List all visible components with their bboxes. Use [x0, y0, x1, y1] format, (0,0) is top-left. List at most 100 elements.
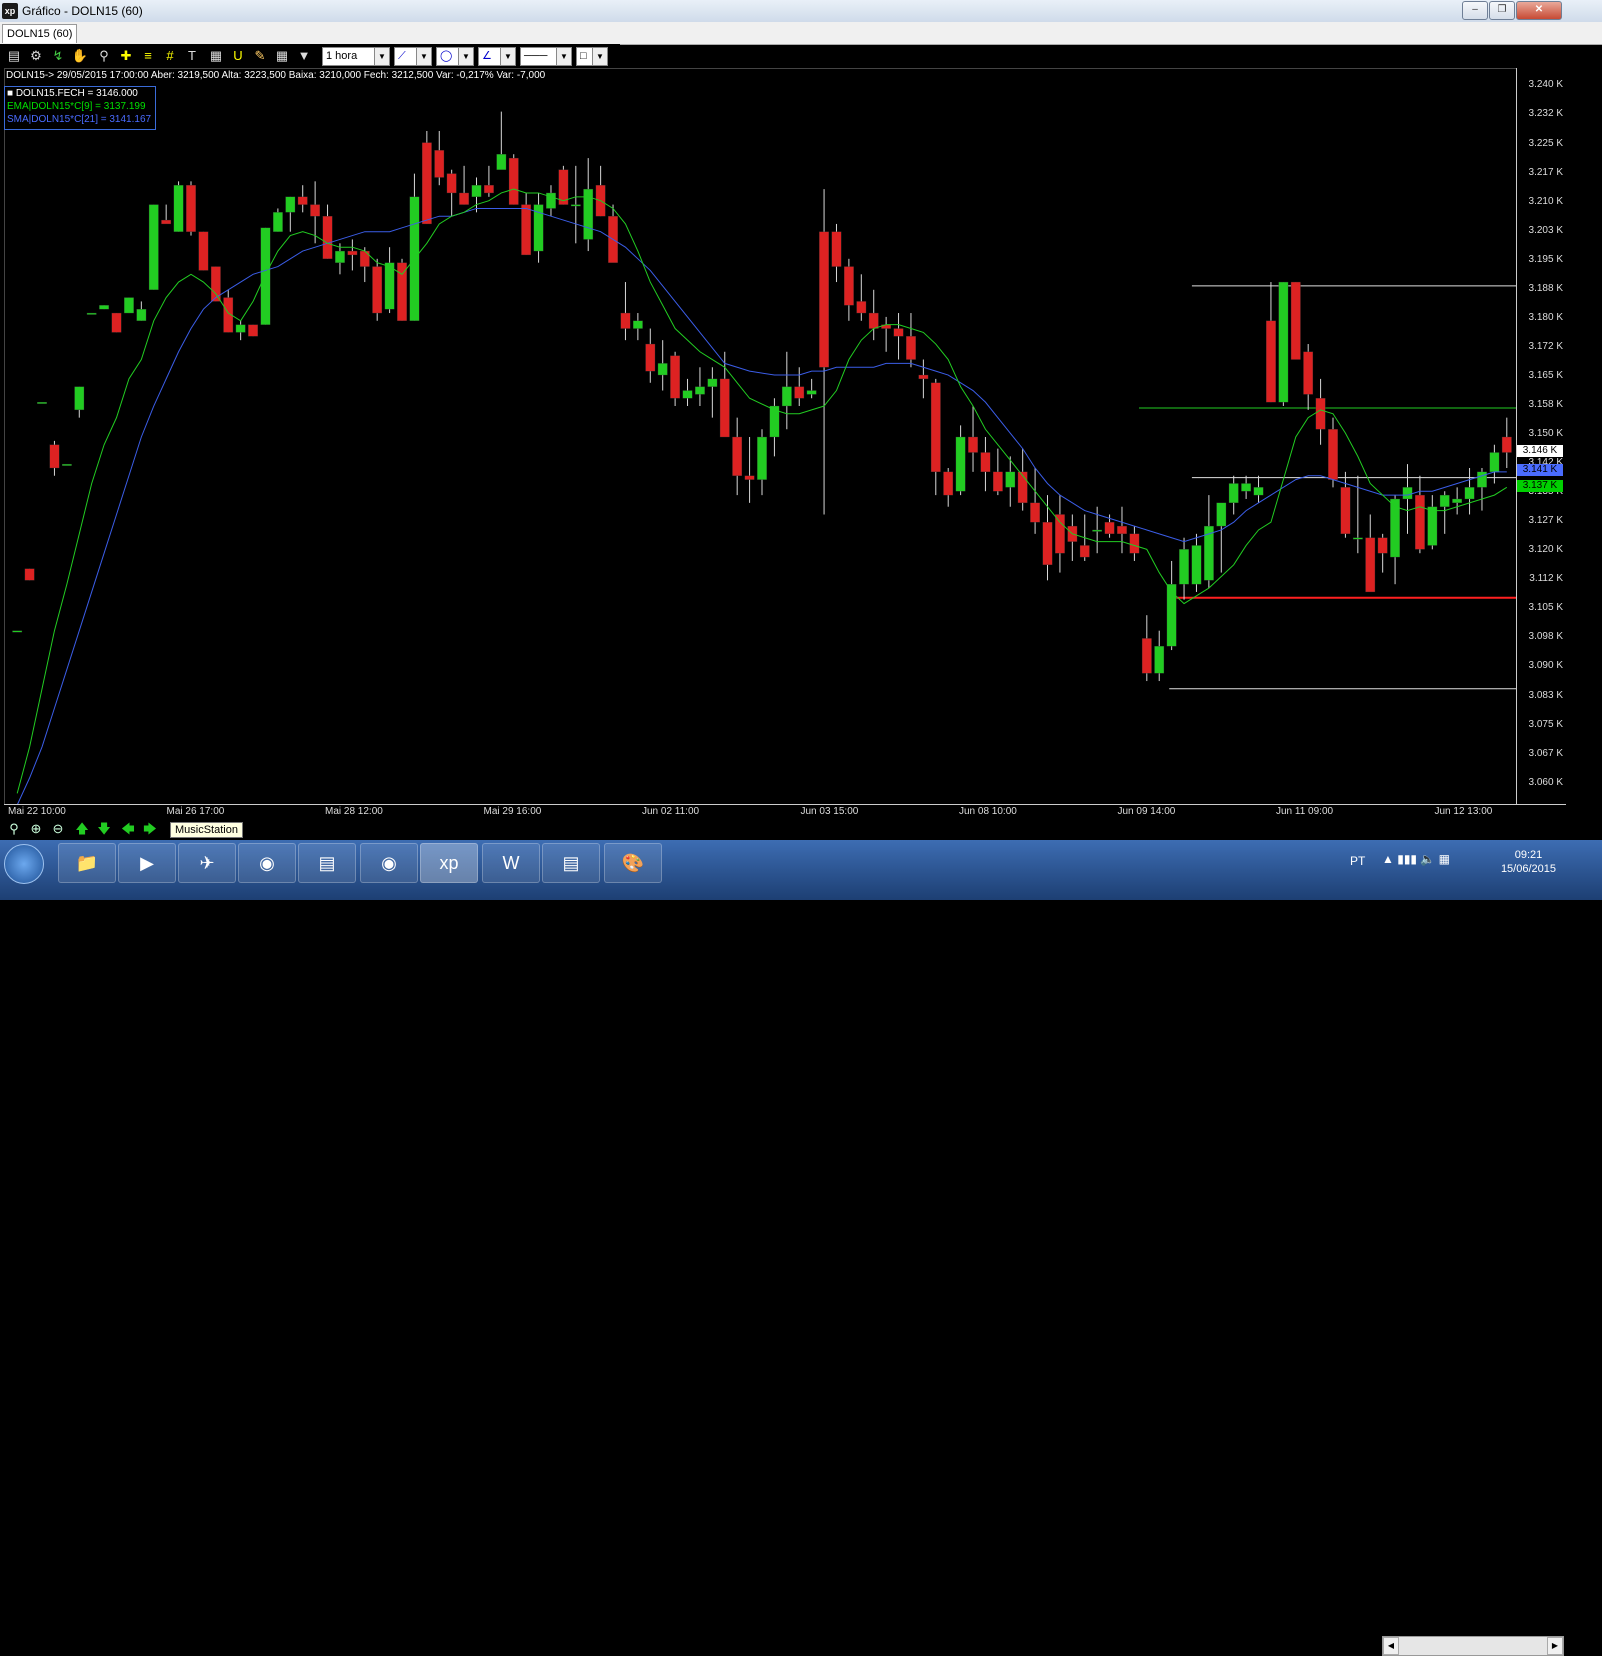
maximize-button[interactable]: ❐ [1489, 1, 1515, 20]
candle-body [1464, 487, 1475, 500]
interval-select[interactable]: 1 hora ▼ [322, 47, 390, 66]
candle-body [359, 250, 370, 267]
paint-icon[interactable]: 🎨 [604, 843, 662, 883]
zoom-fit-icon[interactable]: ⚲ [5, 821, 23, 837]
messenger-icon[interactable]: ✈ [178, 843, 236, 883]
price-tick: 3.060 K [1528, 776, 1563, 788]
line-style-select[interactable]: ─── ▼ [520, 47, 572, 66]
candle-body [955, 436, 966, 492]
start-button[interactable] [4, 844, 44, 884]
chevron-down-icon: ▼ [458, 48, 473, 65]
word-icon[interactable]: W [482, 843, 540, 883]
scroll-left-icon[interactable]: ◀ [1383, 1637, 1399, 1655]
candle-body [285, 196, 296, 213]
zoom-in-icon[interactable]: ⊕ [27, 821, 45, 837]
candle-body [856, 301, 867, 314]
zoom-area-icon[interactable]: ⚲ [95, 47, 113, 65]
candle-body [1179, 549, 1189, 585]
candle-body [757, 436, 767, 480]
filter-icon[interactable]: ▼ [295, 47, 313, 65]
candle-body [148, 204, 159, 290]
candle-body [1402, 487, 1413, 500]
tray-icons[interactable]: ▲ ▮▮▮ 🔈 ▦ [1382, 852, 1450, 866]
candle-body [1092, 529, 1103, 532]
arrow-up-icon[interactable]: 🡅 [73, 821, 91, 837]
candle-body [943, 471, 954, 496]
price-tick: 3.150 K [1528, 428, 1563, 440]
fan-tool-select[interactable]: ∠ ▼ [478, 47, 516, 66]
zoom-out-icon[interactable]: ⊖ [49, 821, 67, 837]
candle-body [310, 204, 320, 217]
candle-body [372, 266, 383, 314]
folder-icon[interactable]: 📁 [58, 843, 116, 883]
chrome-icon[interactable]: ◉ [360, 843, 418, 883]
candle-body [868, 312, 879, 329]
scanner-icon[interactable]: ▤ [298, 843, 356, 883]
clock[interactable]: 09:21 15/06/2015 [1501, 848, 1556, 876]
candle-body [1166, 584, 1177, 647]
price-tick: 3.180 K [1528, 311, 1563, 323]
line-tool-select[interactable]: ⟋ ▼ [394, 47, 432, 66]
candle-body [12, 630, 23, 633]
fibonacci-icon[interactable]: ≡ [139, 47, 157, 65]
crosshair-icon[interactable]: ✚ [117, 47, 135, 65]
arrow-down-icon[interactable]: 🡇 [95, 821, 113, 837]
language-indicator[interactable]: PT [1350, 854, 1365, 868]
chart-plot-area[interactable] [4, 68, 1518, 806]
candle-body [1191, 545, 1202, 585]
shape-tool-select[interactable]: ◯ ▼ [436, 47, 474, 66]
candle-body [1315, 398, 1326, 430]
candle-body [1340, 487, 1351, 534]
arrow-left-icon[interactable]: 🡄 [119, 821, 137, 837]
candle-body [695, 386, 705, 395]
indicator-icon[interactable]: ↯ [49, 47, 67, 65]
system-tray: PT ▲ ▮▮▮ 🔈 ▦ 09:21 15/06/2015 [1342, 840, 1602, 884]
scroll-right-icon[interactable]: ▶ [1547, 1637, 1563, 1655]
xp-app-icon: xp [2, 3, 18, 19]
calculator-icon[interactable]: ▦ [207, 47, 225, 65]
candle-body [347, 250, 358, 256]
hand-icon[interactable]: ✋ [71, 47, 89, 65]
image-viewer-icon[interactable]: ▤ [542, 843, 600, 883]
grid-lines-icon[interactable]: # [161, 47, 179, 65]
legend-sma: SMA|DOLN15*C[21] = 3141.167 [7, 114, 152, 125]
candle-body [74, 386, 85, 411]
candle-body [1278, 281, 1289, 403]
candle-body [819, 231, 829, 368]
candle-body [496, 154, 507, 170]
text-icon[interactable]: T [183, 47, 201, 65]
gear-icon[interactable]: ⚙ [27, 47, 45, 65]
candle-body [1328, 429, 1338, 480]
price-tick: 3.225 K [1528, 137, 1563, 149]
tab-doln15[interactable]: DOLN15 (60) [2, 24, 78, 43]
candle-body [111, 312, 122, 333]
candle-body [906, 336, 916, 360]
close-button[interactable]: ✕ [1516, 1, 1562, 20]
candle-body [1266, 320, 1276, 403]
candle-body [61, 463, 72, 466]
chevron-down-icon: ▼ [416, 48, 431, 65]
magnet-icon[interactable]: U [229, 47, 247, 65]
chart-type-icon[interactable]: ▤ [5, 47, 23, 65]
media-player-icon[interactable]: ▶ [118, 843, 176, 883]
price-tick: 3.127 K [1528, 515, 1563, 527]
arrow-right-icon[interactable]: 🡆 [141, 821, 159, 837]
time-axis[interactable]: Mai 22 10:00 Mai 26 17:00 Mai 28 12:00 Mai … [4, 804, 1566, 819]
color-select[interactable]: □ ▼ [576, 47, 608, 66]
candle-body [521, 204, 532, 256]
clipboard-icon[interactable]: ▦ [273, 47, 291, 65]
chart-tabbar: DOLN15 (60) [0, 22, 1602, 45]
clock-date: 15/06/2015 [1500, 863, 1556, 875]
candle-body [794, 386, 805, 399]
time-tick: Jun 08 10:00 [959, 806, 1017, 817]
candle-body [1377, 537, 1388, 554]
price-axis[interactable]: 3.240 K 3.232 K 3.225 K 3.217 K 3.210 K 3.203… [1516, 68, 1567, 804]
candle-body [1079, 545, 1090, 558]
brush-icon[interactable]: ✎ [251, 47, 269, 65]
chevron-down-icon: ▼ [500, 48, 515, 65]
minimize-button[interactable]: – [1462, 1, 1488, 20]
xp-app-taskbar-icon[interactable]: xp [420, 843, 478, 883]
hp-icon[interactable]: ◉ [238, 843, 296, 883]
circle-icon: ◯ [440, 50, 453, 62]
chart-scrollbar[interactable]: ◀ ▶ [1382, 1636, 1564, 1656]
